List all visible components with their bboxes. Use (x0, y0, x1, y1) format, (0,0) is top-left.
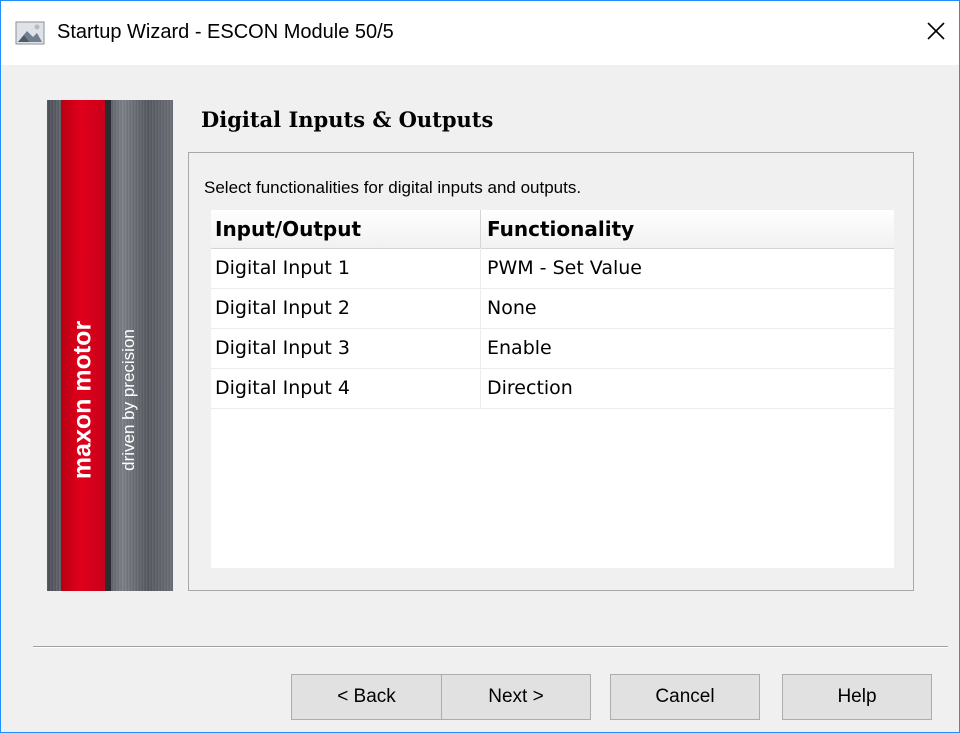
table-header: Input/Output Functionality (211, 210, 894, 249)
input-output-cell: Digital Input 1 (211, 248, 481, 288)
close-button[interactable] (913, 1, 959, 65)
window-title: Startup Wizard - ESCON Module 50/5 (57, 21, 394, 43)
back-button[interactable]: < Back (291, 674, 442, 720)
next-button[interactable]: Next > (441, 674, 591, 720)
maxon-banner: maxon motor driven by precision (47, 100, 173, 591)
page-title: Digital Inputs & Outputs (201, 107, 494, 132)
functionality-cell[interactable]: None (481, 288, 894, 328)
cancel-button[interactable]: Cancel (610, 674, 760, 720)
table-row[interactable]: Digital Input 2 None (211, 288, 894, 329)
table-row[interactable]: Digital Input 3 Enable (211, 328, 894, 369)
functionality-cell[interactable]: PWM - Set Value (481, 248, 894, 288)
instruction-text: Select functionalities for digital input… (204, 178, 582, 197)
title-bar[interactable]: Startup Wizard - ESCON Module 50/5 (1, 1, 959, 65)
table-row[interactable]: Digital Input 4 Direction (211, 368, 894, 409)
table-row[interactable]: Digital Input 1 PWM - Set Value (211, 248, 894, 289)
input-output-cell: Digital Input 3 (211, 328, 481, 368)
close-icon (926, 21, 946, 46)
io-table: Input/Output Functionality Digital Input… (211, 210, 894, 568)
column-header-functionality[interactable]: Functionality (481, 210, 894, 248)
functionality-cell[interactable]: Direction (481, 368, 894, 408)
column-header-input-output[interactable]: Input/Output (211, 210, 481, 248)
banner-dark-stripe (105, 100, 111, 591)
io-group-box: Select functionalities for digital input… (188, 152, 914, 591)
wizard-app-icon (15, 21, 45, 45)
functionality-cell[interactable]: Enable (481, 328, 894, 368)
brand-tagline: driven by precision (119, 329, 138, 471)
footer-separator (33, 646, 948, 648)
input-output-cell: Digital Input 2 (211, 288, 481, 328)
wizard-window: Startup Wizard - ESCON Module 50/5 maxon… (0, 0, 960, 733)
brand-name: maxon motor (68, 320, 97, 480)
input-output-cell: Digital Input 4 (211, 368, 481, 408)
help-button[interactable]: Help (782, 674, 932, 720)
